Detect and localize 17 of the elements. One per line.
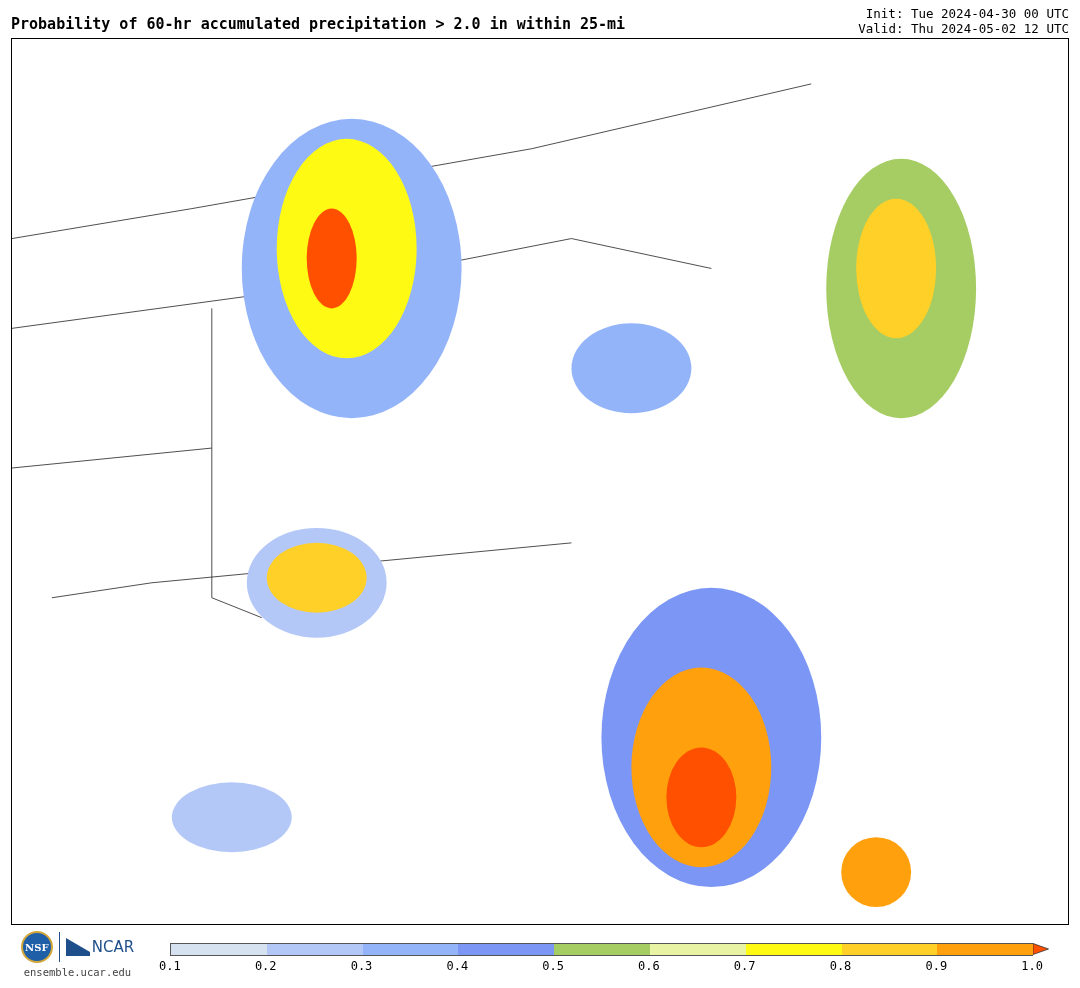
colorbar-tick-label: 0.8 [828, 959, 853, 973]
colorbar-tick-label: 0.7 [732, 959, 757, 973]
ncar-logo-icon [65, 938, 90, 956]
website-url: ensemble.ucar.edu [23, 966, 132, 978]
colorbar-extend-arrow [1032, 943, 1049, 955]
colorbar-tick-label: 0.9 [924, 959, 949, 973]
ncar-logo-text: NCAR [91, 938, 135, 956]
colorbar-tick-label: 0.5 [541, 959, 565, 973]
chart-title: Probability of 60-hr accumulated precipitation > 2.0 in within 25-mi [11, 15, 626, 35]
colorbar-tick-label: 0.4 [445, 959, 470, 973]
nsf-logo: NSF [20, 931, 53, 963]
valid-time: Valid: Thu 2024-05-02 12 UTC [858, 21, 1069, 36]
init-time: Init: Tue 2024-04-30 00 UTC [865, 6, 1069, 21]
colorbar-tick-label: 0.6 [637, 959, 661, 973]
colorbar-tick-label: 1.0 [1020, 959, 1044, 973]
colorbar-tick-label: 0.2 [253, 959, 278, 973]
colorbar-tick-label: 0.3 [349, 959, 374, 973]
